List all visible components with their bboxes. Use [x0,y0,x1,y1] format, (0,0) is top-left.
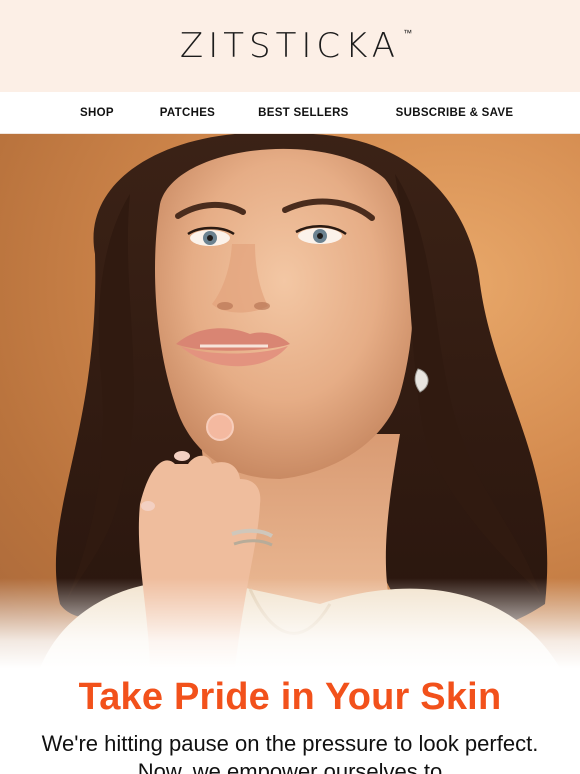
nav-item-shop[interactable]: SHOP [80,107,114,119]
trademark-symbol: ™ [403,29,413,39]
headline: Take Pride in Your Skin [78,676,502,718]
logo-text: ZITSTICKA [179,26,401,66]
main-nav: SHOP PATCHES BEST SELLERS SUBSCRIBE & SA… [0,92,580,134]
nav-item-patches[interactable]: PATCHES [160,107,215,119]
brand-header: ZITSTICKA ™ [0,0,580,92]
nav-item-subscribe-save[interactable]: SUBSCRIBE & SAVE [396,107,514,119]
nav-item-best-sellers[interactable]: BEST SELLERS [258,107,349,119]
hero-image[interactable] [0,134,580,668]
main-content: Take Pride in Your Skin We're hitting pa… [0,668,580,774]
body-text: We're hitting pause on the pressure to l… [41,731,539,774]
email-canvas: ZITSTICKA ™ SHOP PATCHES BEST SELLERS SUB… [0,0,580,774]
brand-logo[interactable]: ZITSTICKA ™ [179,26,412,66]
hero-fade-overlay [0,578,580,668]
